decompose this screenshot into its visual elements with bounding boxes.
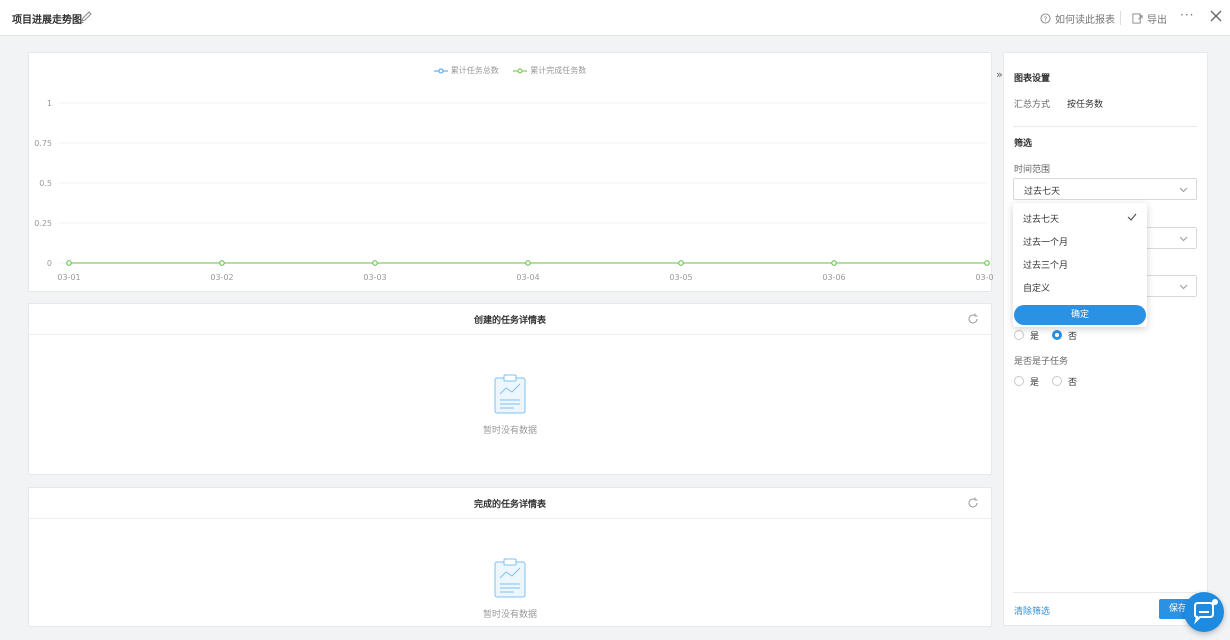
trend-chart: 1 0.75 0.5 0.25 0 03-01 03-02 03-03 03-04 03-05 03… (34, 99, 993, 282)
panel-divider (1013, 126, 1197, 127)
data-point[interactable] (678, 260, 684, 266)
completed-tasks-title: 完成的任务详情表 (473, 500, 546, 510)
dropdown-option-label: 过去七天 (1023, 215, 1060, 225)
summary-value[interactable]: 按任务数 (1067, 97, 1103, 110)
refresh-icon[interactable] (967, 313, 979, 325)
export-button[interactable]: 导出 (1132, 11, 1167, 26)
dropdown-option-7days[interactable]: 过去七天 (1023, 212, 1137, 225)
subtask-label: 是否是子任务 (1014, 357, 1069, 367)
dropdown-option-1month[interactable]: 过去一个月 (1023, 235, 1068, 248)
chevron-down-icon (1179, 187, 1188, 193)
refresh-icon[interactable] (967, 497, 979, 509)
edit-icon[interactable] (80, 10, 92, 24)
settings-title: 图表设置 (1014, 74, 1051, 84)
help-link[interactable]: ? 如何读此报表 (1040, 11, 1115, 26)
data-point[interactable] (984, 260, 990, 266)
created-empty-text: 暂时没有数据 (482, 426, 537, 436)
export-label: 导出 (1147, 15, 1167, 26)
time-range-dropdown: 过去七天 过去一个月 过去三个月 自定义 确定 (1013, 203, 1147, 327)
data-point[interactable] (831, 260, 837, 266)
more-icon[interactable]: ··· (1180, 8, 1194, 22)
clear-filter-link[interactable]: 清除筛选 (1014, 604, 1050, 617)
dropdown-option-label: 过去一个月 (1023, 238, 1069, 248)
trend-chart-card: 累计任务总数 累计完成任务数 1 0.75 0.5 0.25 0 03-01 03-02 03… (28, 52, 993, 292)
completed-empty-state: 暂时没有数据 (29, 558, 991, 620)
data-point[interactable] (66, 260, 72, 266)
question-icon: ? (1040, 13, 1051, 24)
top-header: 项目进展走势图 ? 如何读此报表 导出 ··· (0, 0, 1230, 36)
x-tick-label: 03-03 (363, 273, 386, 282)
empty-clipboard-icon (494, 374, 526, 414)
data-point[interactable] (219, 260, 225, 266)
chevron-down-icon (1179, 284, 1188, 290)
completed-empty-text: 暂时没有数据 (482, 610, 537, 620)
collapse-panel-icon[interactable]: » (996, 68, 1003, 81)
check-icon (1127, 213, 1137, 221)
y-tick-label: 0.75 (34, 139, 52, 148)
radio-no-label: 否 (1068, 332, 1078, 342)
dropdown-option-label: 过去三个月 (1023, 261, 1069, 271)
chevron-down-icon (1179, 236, 1188, 242)
chat-icon (1194, 599, 1218, 625)
completed-tasks-card: 完成的任务详情表 暂时没有数据 (28, 487, 992, 627)
radio-yes-1[interactable] (1014, 330, 1024, 340)
completed-tasks-header: 完成的任务详情表 (29, 488, 991, 519)
x-tick-label: 03-02 (210, 273, 233, 282)
x-tick-label: 03-07 (975, 273, 993, 282)
time-range-label: 时间范围 (1014, 165, 1051, 175)
help-label: 如何读此报表 (1055, 15, 1115, 26)
y-tick-label: 0.25 (34, 219, 52, 228)
chat-support-button[interactable] (1184, 592, 1224, 632)
radio-yes-label: 是 (1030, 332, 1040, 342)
radio-yes-2[interactable] (1014, 376, 1024, 386)
data-point[interactable] (372, 260, 378, 266)
time-range-select[interactable]: 过去七天 (1013, 178, 1197, 200)
dropdown-option-label: 自定义 (1023, 284, 1051, 294)
x-tick-label: 03-05 (669, 273, 692, 282)
time-range-value: 过去七天 (1024, 187, 1061, 197)
radio-no-2[interactable] (1052, 376, 1062, 386)
panel-footer-divider (1013, 592, 1197, 593)
y-tick-label: 0.5 (39, 179, 52, 188)
dropdown-confirm-button[interactable]: 确定 (1014, 305, 1146, 325)
svg-text:?: ? (1044, 14, 1048, 23)
confirm-label: 确定 (1070, 310, 1089, 320)
dropdown-option-custom[interactable]: 自定义 (1023, 281, 1050, 294)
filter-title: 筛选 (1014, 139, 1033, 149)
y-tick-label: 0 (47, 259, 52, 268)
created-tasks-card: 创建的任务详情表 暂时没有数据 (28, 303, 992, 475)
header-divider (1120, 11, 1121, 25)
x-tick-label: 03-04 (516, 273, 539, 282)
radio-no-1[interactable] (1052, 330, 1062, 340)
x-tick-label: 03-06 (822, 273, 845, 282)
empty-clipboard-icon (494, 558, 526, 598)
radio-yes-label: 是 (1030, 378, 1040, 388)
page-title: 项目进展走势图 (12, 15, 82, 26)
y-tick-label: 1 (47, 99, 52, 108)
export-icon (1132, 13, 1143, 24)
close-icon[interactable] (1209, 9, 1223, 23)
dropdown-option-3months[interactable]: 过去三个月 (1023, 258, 1068, 271)
data-point[interactable] (525, 260, 531, 266)
created-empty-state: 暂时没有数据 (29, 374, 991, 436)
created-tasks-title: 创建的任务详情表 (473, 316, 546, 326)
radio-no-label: 否 (1068, 378, 1078, 388)
summary-label: 汇总方式 (1014, 100, 1051, 110)
x-tick-label: 03-01 (57, 273, 80, 282)
created-tasks-header: 创建的任务详情表 (29, 304, 991, 335)
